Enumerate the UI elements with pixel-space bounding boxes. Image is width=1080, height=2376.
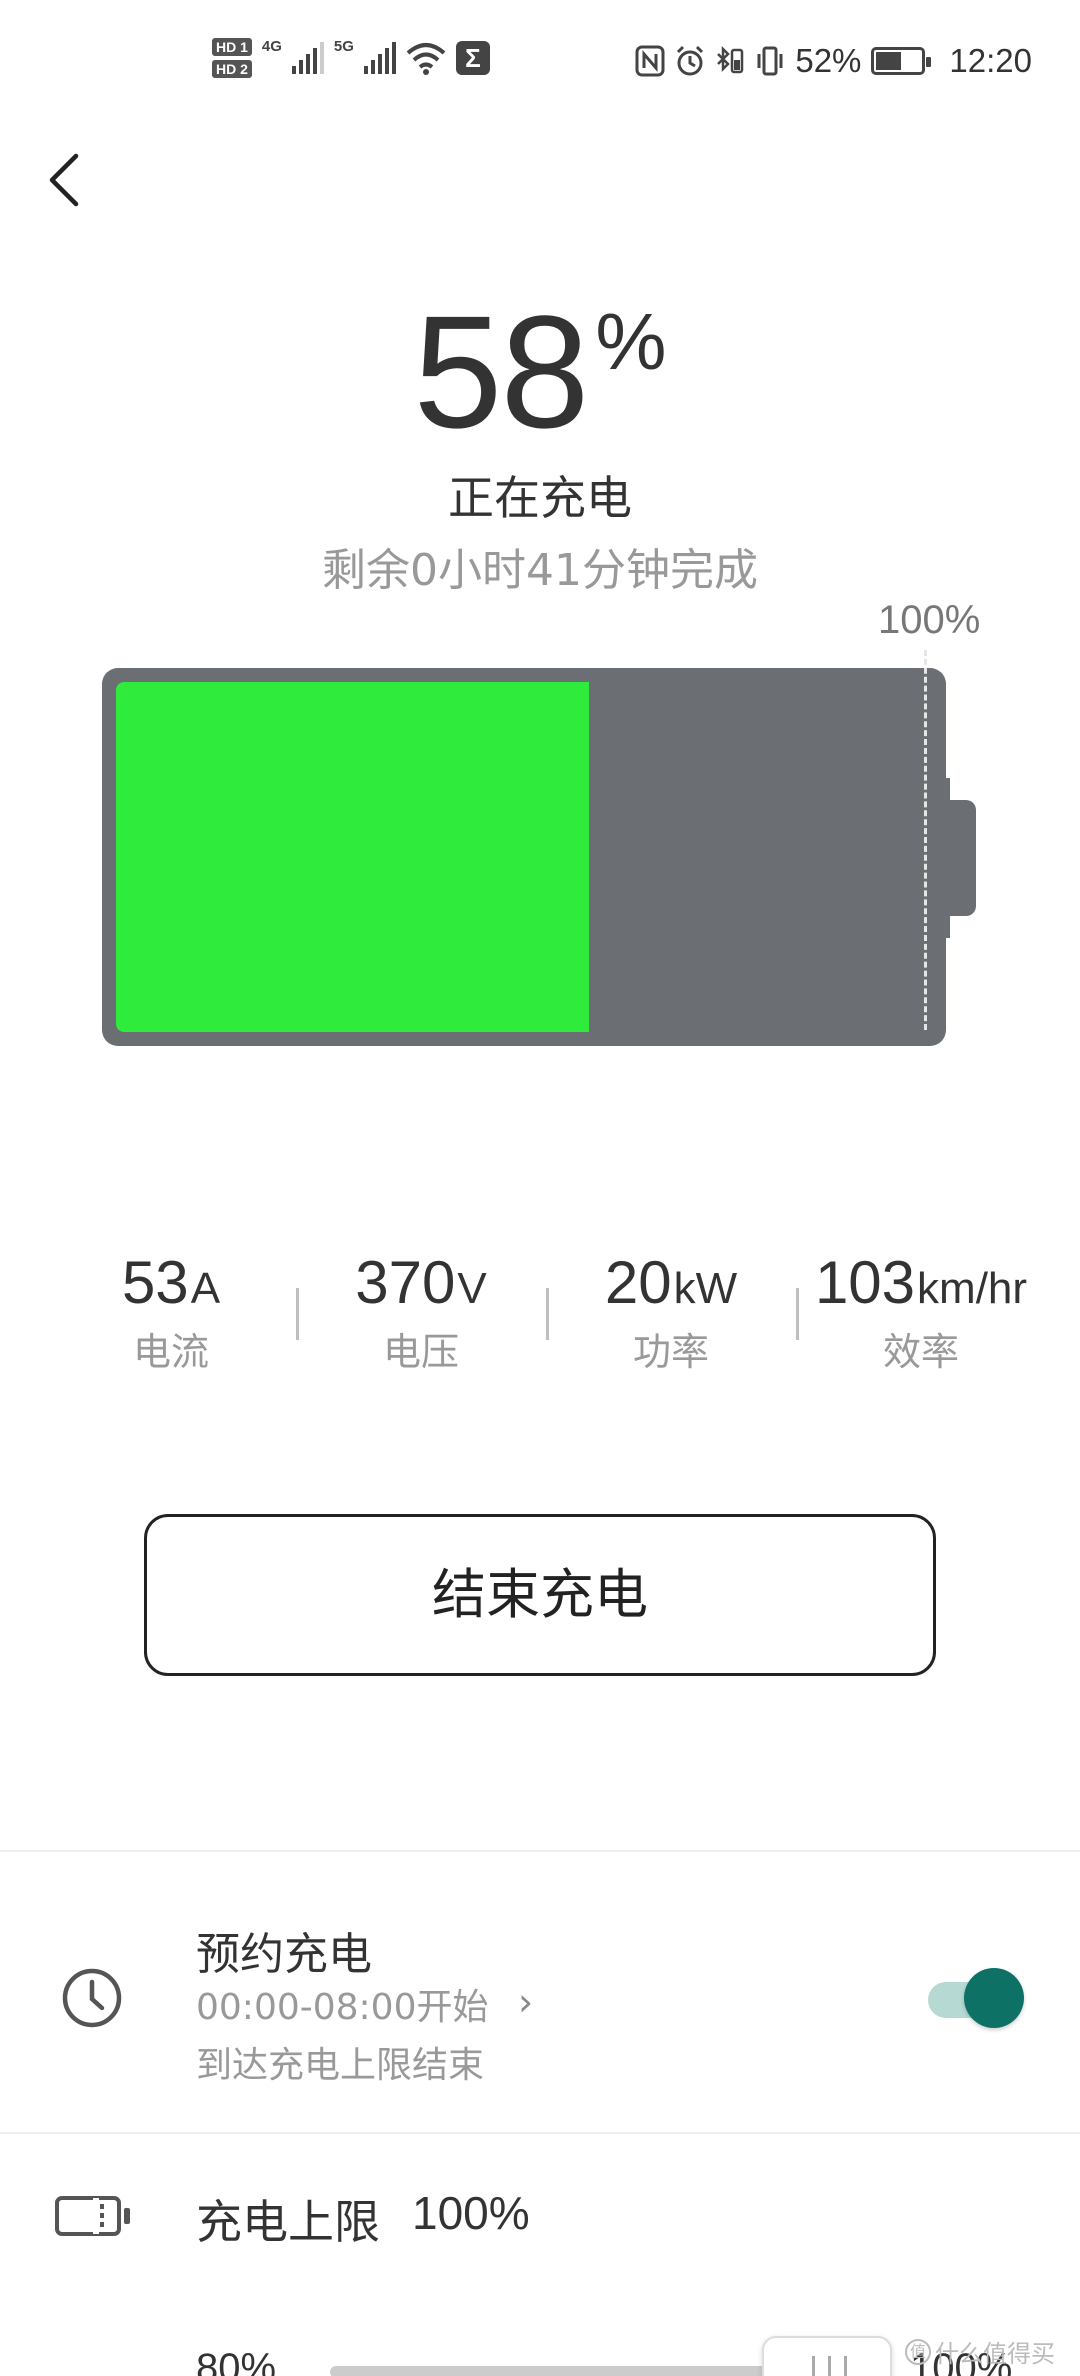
remaining-time: 剩余0小时41分钟完成 [322,545,758,596]
charging-screen: HD 1 HD 2 4G 5G Σ 52% 12:20 58 % 正在充电 剩余… [0,0,1080,2376]
scheduled-charging-row[interactable]: 预约充电 00:00-08:00开始 › 到达充电上限结束 [0,1862,1080,2132]
watermark-text: 什么值得买 [935,2340,1055,2368]
hd-indicators: HD 1 HD 2 [212,38,252,78]
stat-value: 53 [121,1249,189,1316]
battery-outline-icon [55,2196,130,2236]
signal-bars-2-icon [363,42,396,74]
battery-cap [940,778,976,938]
vibrate-icon [757,46,783,76]
battery-charging-icon [871,47,932,75]
wifi-icon [406,43,446,75]
stat-unit: A [190,1264,221,1313]
alarm-icon [677,45,704,76]
stat-label: 电流 [132,1330,209,1374]
stat-label: 功率 [632,1330,709,1374]
stat-value: 103 [814,1249,916,1316]
stat-unit: km/hr [917,1264,1028,1313]
battery-percent-text: 52% [795,42,862,79]
scheduled-charging-toggle[interactable] [924,1966,1024,2030]
stat-value: 370 [355,1249,456,1316]
toggle-knob [964,1968,1024,2028]
bluetooth-battery-icon [717,45,744,74]
signal-bars-1-icon [291,42,324,74]
hd1-badge: HD 1 [212,38,252,56]
percent-sign: % [595,297,667,386]
charge-percentage: 58% [0,280,1080,464]
stat-label: 效率 [882,1330,959,1374]
charge-limit-row: 充电上限 100% [0,2134,1080,2304]
charge-limit-slider[interactable] [330,2366,770,2376]
battery-fill-level [116,682,589,1032]
section-divider [0,1850,1080,1852]
stat-label: 电压 [382,1330,459,1374]
stat-value: 20 [604,1249,672,1316]
stat-unit: V [457,1264,487,1313]
slider-min-label: 80% [196,2346,277,2376]
percent-value: 58 [413,282,589,461]
nfc-icon [635,45,665,77]
network-type-1: 4G [261,37,282,55]
stat-unit: kW [673,1264,738,1313]
slider-thumb[interactable] [762,2336,892,2376]
scheduled-end-condition: 到达充电上限结束 [196,2045,485,2086]
chevron-left-icon [49,153,79,207]
network-type-2: 5G [333,37,354,55]
end-charging-button[interactable]: 结束充电 [144,1514,936,1676]
stat-current: 53A 电流 [46,1248,296,1376]
clock-time: 12:20 [949,42,1032,79]
watermark-logo: 值 [905,2338,931,2365]
status-bar-right: 52% 12:20 [635,42,1032,80]
status-bar: HD 1 HD 2 4G 5G Σ 52% 12:20 [0,0,1080,140]
charge-limit-value: 100% [412,2187,530,2239]
charging-stats: 53A 电流 370V 电压 20kW 功率 103km/hr 效率 [46,1248,1046,1376]
stat-power: 20kW 功率 [546,1248,796,1376]
sigma-app-icon: Σ [455,41,490,75]
scheduled-time-range[interactable]: 00:00-08:00开始 [196,1978,488,2030]
stat-efficiency: 103km/hr 效率 [796,1248,1046,1376]
watermark: 值 什么值得买 [905,2334,1055,2369]
scheduled-charging-title: 预约充电 [196,1929,372,1980]
battery-graphic [102,668,946,1046]
charge-limit-label: 充电上限 [196,2195,380,2249]
clock-icon [62,1968,122,2028]
full-marker-line [924,650,927,1030]
chevron-right-icon[interactable]: › [518,1980,533,2024]
charging-status: 正在充电 [448,471,632,525]
full-marker-label: 100% [878,598,981,642]
stat-voltage: 370V 电压 [296,1248,546,1376]
hd2-badge: HD 2 [212,60,252,78]
status-bar-left: HD 1 HD 2 4G 5G Σ [212,38,490,78]
back-button[interactable] [40,140,100,220]
